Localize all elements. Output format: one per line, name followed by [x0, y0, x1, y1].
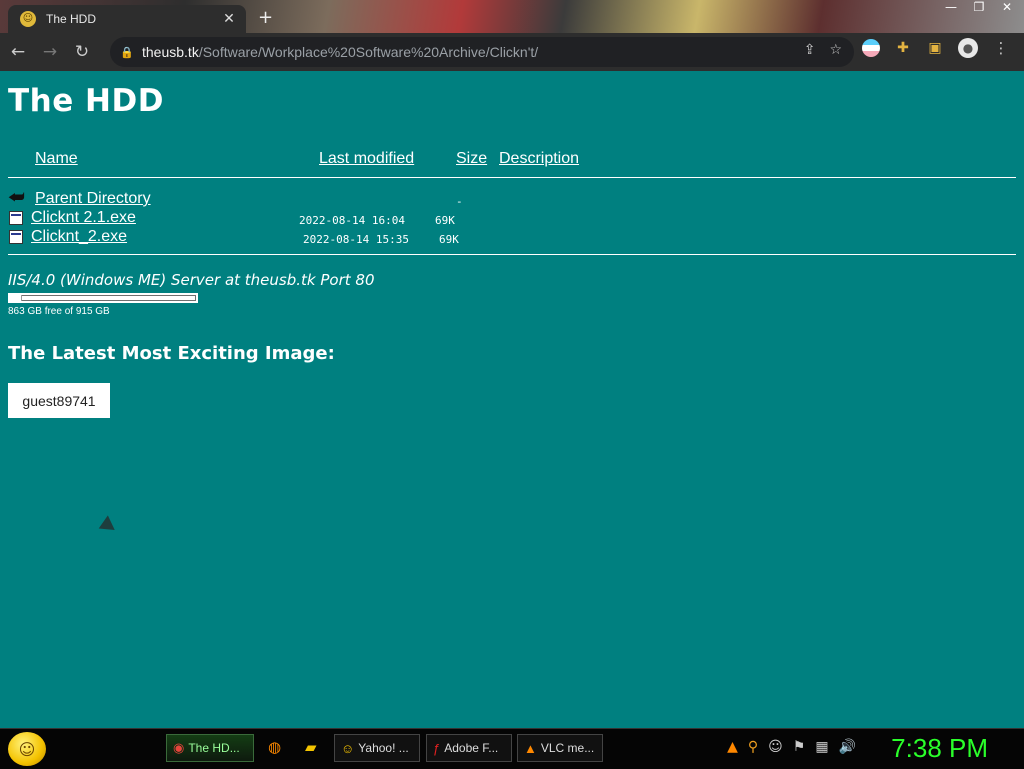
disk-usage-track — [10, 295, 196, 301]
bookmark-star-icon[interactable]: ☆ — [829, 42, 842, 58]
column-name-link[interactable]: Name — [35, 150, 78, 168]
task-label: Adobe F... — [444, 741, 499, 755]
firefox-icon[interactable]: ◍ — [268, 738, 281, 756]
url-text: theusb.tk/Software/Workplace%20Software%… — [142, 44, 538, 60]
taskbar-item-chrome[interactable]: ◉ The HD... — [166, 734, 254, 762]
flag-tray-icon[interactable]: ⚑ — [793, 739, 806, 755]
vlc-tray-icon[interactable]: ▲ — [727, 739, 738, 755]
window-controls: — ❐ ✕ — [940, 0, 1018, 14]
file-size: 69K — [439, 233, 459, 246]
tab-title: The HDD — [46, 12, 97, 26]
profile-avatar-icon[interactable]: ● — [958, 38, 978, 58]
file-date: 2022-08-14 16:04 — [299, 214, 405, 227]
page-title: The HDD — [8, 83, 164, 119]
latest-image-heading: The Latest Most Exciting Image: — [8, 343, 335, 364]
latest-image-user: guest89741 — [8, 383, 110, 418]
address-bar[interactable]: 🔒 theusb.tk/Software/Workplace%20Softwar… — [110, 37, 854, 67]
restore-icon[interactable]: ❐ — [968, 0, 990, 14]
system-tray: ▲ ⚲ ☺ ⚑ ▦ 🔊 — [727, 739, 856, 755]
vlc-icon: ▲ — [524, 740, 537, 756]
taskbar-item-vlc[interactable]: ▲ VLC me... — [517, 734, 603, 762]
task-label: The HD... — [188, 741, 240, 755]
omnibox-actions: ⇪ ☆ — [804, 42, 842, 58]
taskbar-item-yahoo[interactable]: ☺ Yahoo! ... — [334, 734, 420, 762]
flash-icon: ƒ — [433, 740, 441, 756]
window-titlebar: ☺ The HDD ✕ + — ❐ ✕ — [0, 0, 1024, 33]
parent-size: - — [456, 195, 463, 208]
browser-tab[interactable]: ☺ The HDD ✕ — [8, 5, 246, 33]
file-link[interactable]: Clicknt_2.exe — [31, 228, 127, 246]
parent-directory-link[interactable]: Parent Directory — [35, 190, 151, 208]
url-path: /Software/Workplace%20Software%20Archive… — [198, 44, 539, 60]
column-size-link[interactable]: Size — [456, 150, 487, 168]
start-button[interactable]: ☺ — [8, 732, 46, 766]
tab-close-icon[interactable]: ✕ — [220, 10, 238, 28]
new-tab-icon[interactable]: + — [258, 7, 273, 28]
exe-file-icon — [9, 230, 23, 244]
flag-extension-icon[interactable] — [862, 39, 880, 57]
browser-menu-icon[interactable]: ⋮ — [992, 39, 1010, 57]
server-signature: IIS/4.0 (Windows ME) Server at theusb.tk… — [8, 271, 375, 289]
lock-icon: 🔒 — [120, 45, 134, 59]
taskbar-item-adobe-flash[interactable]: ƒ Adobe F... — [426, 734, 512, 762]
file-size: 69K — [435, 214, 455, 227]
disk-usage-text: 863 GB free of 915 GB — [8, 306, 110, 317]
mouse-cursor-icon — [98, 515, 120, 537]
footer-divider — [8, 254, 1016, 255]
task-label: Yahoo! ... — [358, 741, 409, 755]
yahoo-icon: ☺ — [341, 740, 355, 756]
url-host: theusb.tk — [142, 44, 199, 60]
folder-icon[interactable]: ▰ — [305, 738, 317, 756]
reload-icon[interactable]: ↻ — [68, 38, 96, 66]
column-last-modified-link[interactable]: Last modified — [319, 150, 414, 168]
messenger-tray-icon[interactable]: ☺ — [768, 739, 783, 755]
page-content: The HDD Name Last modified Size Descript… — [0, 71, 1024, 728]
parent-directory-icon: ⮨ — [8, 187, 25, 208]
network-tray-icon[interactable]: ▦ — [815, 739, 828, 755]
exe-file-icon — [9, 211, 23, 225]
disk-usage-bar — [8, 293, 198, 303]
close-window-icon[interactable]: ✕ — [996, 0, 1018, 14]
minimize-icon[interactable]: — — [940, 0, 962, 14]
file-link[interactable]: Clicknt 2.1.exe — [31, 209, 136, 227]
volume-tray-icon[interactable]: 🔊 — [839, 739, 856, 755]
search-tray-icon[interactable]: ⚲ — [748, 739, 758, 755]
tab-favicon-icon: ☺ — [20, 11, 36, 27]
puzzle-extension-icon[interactable]: ✚ — [894, 39, 912, 57]
disk-usage-fill — [10, 295, 22, 301]
file-date: 2022-08-14 15:35 — [303, 233, 409, 246]
column-description-link[interactable]: Description — [499, 150, 579, 168]
task-label: VLC me... — [540, 741, 595, 755]
taskbar-clock[interactable]: 7:38 PM — [891, 733, 988, 764]
sidepanel-icon[interactable]: ▣ — [926, 39, 944, 57]
taskbar: ☺ ◉ The HD... ◍ ▰ ☺ Yahoo! ... ƒ Adobe F… — [0, 728, 1024, 769]
extension-icons: ✚ ▣ ● ⋮ — [862, 38, 1010, 58]
chrome-icon: ◉ — [173, 740, 185, 755]
header-divider — [8, 177, 1016, 178]
forward-icon[interactable]: → — [36, 38, 64, 66]
share-icon[interactable]: ⇪ — [804, 42, 816, 58]
back-icon[interactable]: ← — [4, 38, 32, 66]
